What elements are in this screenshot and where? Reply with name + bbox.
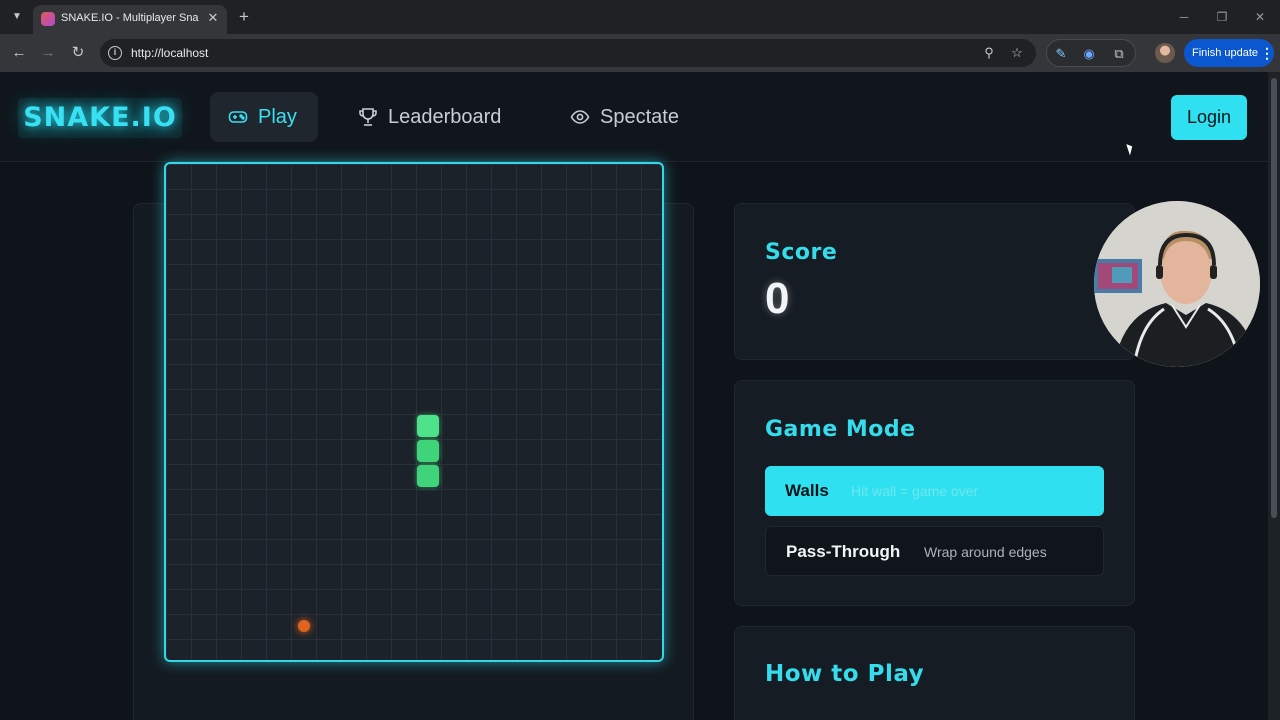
nav-play[interactable]: Play — [210, 92, 318, 142]
reload-icon[interactable]: ↻ — [67, 42, 89, 64]
food-pellet — [298, 620, 310, 632]
nav-spectate[interactable]: Spectate — [552, 92, 702, 142]
how-to-play-title: How to Play — [765, 661, 925, 687]
mode-walls-description: Hit wall = game over — [851, 483, 979, 499]
back-icon[interactable]: ← — [8, 42, 30, 64]
nav-leaderboard-label: Leaderboard — [388, 106, 502, 128]
minimize-icon[interactable]: ─ — [1174, 8, 1194, 26]
how-to-play-panel: How to Play — [734, 626, 1135, 720]
score-panel: Score 0 — [734, 203, 1135, 360]
more-menu-icon[interactable]: ⋮ — [1260, 39, 1274, 67]
eye-icon — [570, 110, 590, 124]
mouse-cursor — [1126, 142, 1135, 156]
page-scrollbar[interactable] — [1268, 72, 1280, 720]
finish-update-label: Finish update — [1192, 47, 1259, 59]
browser-tab[interactable]: SNAKE.IO - Multiplayer Snake G ✕ — [33, 5, 227, 34]
nav-play-label: Play — [258, 106, 297, 128]
game-mode-panel: Game Mode Walls Hit wall = game over Pas… — [734, 380, 1135, 606]
nav-leaderboard[interactable]: Leaderboard — [340, 92, 530, 142]
score-title: Score — [765, 240, 838, 265]
site-info-icon[interactable]: i — [108, 46, 122, 60]
game-canvas[interactable] — [164, 162, 664, 662]
bookmark-star-icon[interactable]: ☆ — [1008, 44, 1026, 62]
new-tab-button[interactable]: + — [234, 7, 254, 27]
tab-title: SNAKE.IO - Multiplayer Snake G — [61, 12, 199, 24]
snake-segment — [417, 440, 439, 462]
gamepad-icon — [228, 111, 248, 123]
mode-pass-through-name: Pass-Through — [786, 542, 901, 561]
extensions-group: ✎ ◉ ⧉ — [1046, 39, 1136, 67]
mode-walls-button[interactable]: Walls Hit wall = game over — [765, 466, 1104, 516]
address-bar[interactable]: i http://localhost ⚲ ☆ — [100, 39, 1036, 67]
browser-toolbar: ← → ↻ i http://localhost ⚲ ☆ ✎ ◉ ⧉ Finis… — [0, 34, 1280, 72]
webcam-person-image — [1094, 201, 1260, 367]
browser-tab-bar: ▼ SNAKE.IO - Multiplayer Snake G ✕ + ─ ❐… — [0, 0, 1280, 34]
trophy-icon — [359, 108, 377, 126]
url-text[interactable]: http://localhost — [131, 46, 208, 60]
favicon — [41, 12, 55, 26]
snake-head — [417, 415, 439, 437]
pen-extension-icon[interactable]: ✎ — [1051, 44, 1071, 64]
forward-icon[interactable]: → — [37, 42, 59, 64]
logo[interactable]: SNAKE.IO — [18, 98, 182, 138]
snake-segment — [417, 465, 439, 487]
mode-walls-name: Walls — [785, 481, 829, 500]
tab-close-icon[interactable]: ✕ — [205, 10, 221, 26]
extensions-puzzle-icon[interactable]: ⧉ — [1109, 44, 1129, 64]
site-navbar: SNAKE.IO Play Leaderboard Spectate Login — [0, 72, 1268, 162]
webcam-overlay — [1094, 201, 1260, 367]
mode-pass-through-description: Wrap around edges — [924, 544, 1047, 560]
close-window-icon[interactable]: ✕ — [1250, 8, 1270, 26]
scrollbar-thumb[interactable] — [1271, 78, 1277, 518]
tab-search-icon[interactable]: ▼ — [8, 8, 26, 26]
game-mode-title: Game Mode — [765, 417, 916, 442]
sound-extension-icon[interactable]: ◉ — [1079, 44, 1099, 64]
profile-avatar[interactable] — [1155, 43, 1175, 63]
nav-spectate-label: Spectate — [600, 106, 679, 128]
restore-icon[interactable]: ❐ — [1212, 8, 1232, 26]
score-value: 0 — [765, 274, 790, 323]
finish-update-button[interactable]: Finish update ⋮ — [1184, 39, 1274, 67]
mode-pass-through-button[interactable]: Pass-Through Wrap around edges — [765, 526, 1104, 576]
login-button[interactable]: Login — [1171, 95, 1247, 140]
zoom-icon[interactable]: ⚲ — [980, 44, 998, 62]
